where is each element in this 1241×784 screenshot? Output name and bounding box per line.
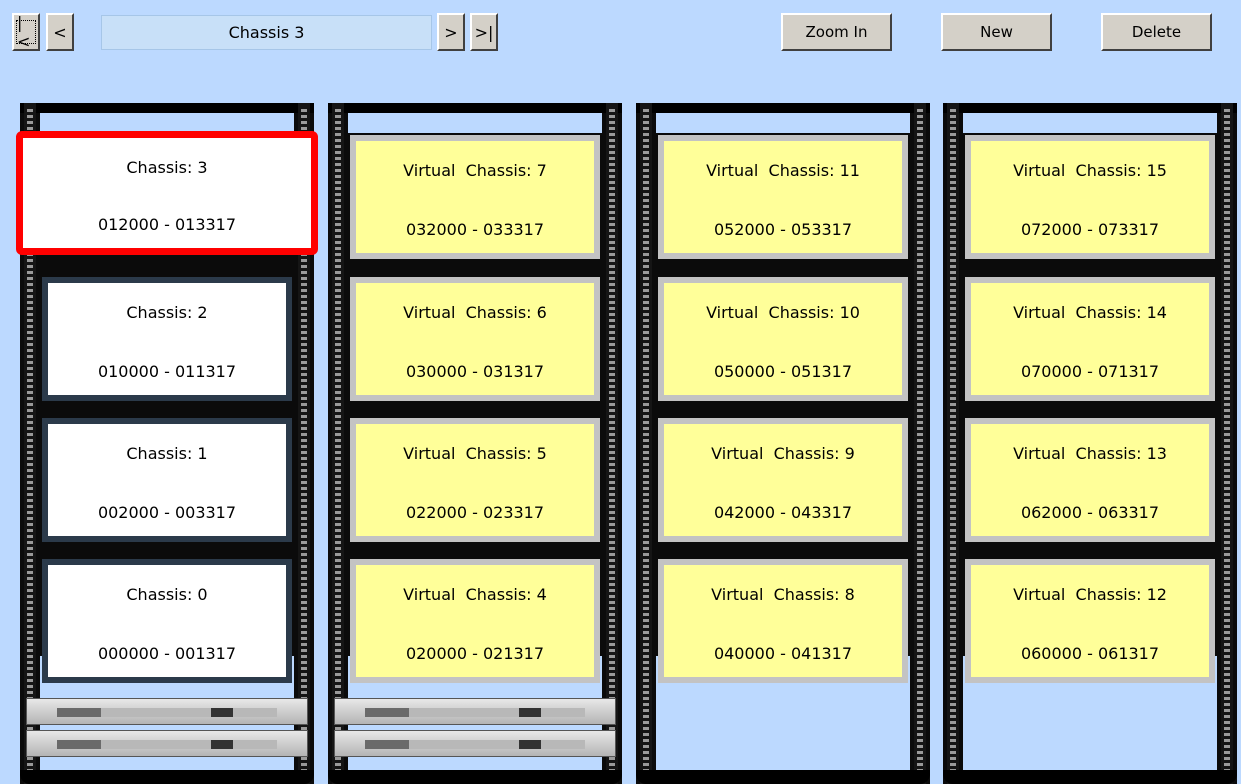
chassis-title-label: Chassis 3 xyxy=(228,23,305,42)
chassis-name: Virtual Chassis: 10 xyxy=(706,303,860,322)
zoom-in-label: Zoom In xyxy=(805,23,868,41)
chassis-range: 000000 - 001317 xyxy=(97,644,237,663)
chassis-name: Chassis: 3 xyxy=(126,158,208,177)
rack-rail xyxy=(332,103,344,784)
chevron-right-icon: > xyxy=(444,22,458,42)
new-button[interactable]: New xyxy=(941,13,1052,51)
rack-inner xyxy=(656,113,910,133)
rack-rail xyxy=(640,103,652,784)
delete-button[interactable]: Delete xyxy=(1101,13,1212,51)
virtual-chassis-slot[interactable]: Virtual Chassis: 10 050000 - 051317 xyxy=(658,277,908,401)
chassis-slot[interactable]: Chassis: 0 000000 - 001317 xyxy=(42,559,292,683)
chassis-range: 042000 - 043317 xyxy=(713,503,853,522)
delete-label: Delete xyxy=(1131,23,1182,41)
hardware-unit xyxy=(26,730,308,757)
chassis-range: 060000 - 061317 xyxy=(1020,644,1160,663)
hardware-unit xyxy=(26,698,308,725)
rack-top xyxy=(943,103,1237,113)
last-button[interactable]: >| xyxy=(470,13,498,51)
chassis-name: Chassis: 0 xyxy=(126,585,208,604)
chassis-range: 072000 - 073317 xyxy=(1020,220,1160,239)
chevron-left-icon: < xyxy=(53,22,67,42)
chassis-name: Virtual Chassis: 8 xyxy=(711,585,855,604)
chassis-slot[interactable]: Chassis: 3 012000 - 013317 xyxy=(16,131,318,255)
chassis-range: 050000 - 051317 xyxy=(713,362,853,381)
chassis-name: Virtual Chassis: 7 xyxy=(403,161,547,180)
virtual-chassis-slot[interactable]: Virtual Chassis: 8 040000 - 041317 xyxy=(658,559,908,683)
chassis-range: 012000 - 013317 xyxy=(97,215,237,234)
virtual-chassis-slot[interactable]: Virtual Chassis: 14 070000 - 071317 xyxy=(965,277,1215,401)
chassis-slot[interactable]: Chassis: 2 010000 - 011317 xyxy=(42,277,292,401)
virtual-chassis-slot[interactable]: Virtual Chassis: 12 060000 - 061317 xyxy=(965,559,1215,683)
chassis-name: Virtual Chassis: 9 xyxy=(711,444,855,463)
rack-top xyxy=(328,103,622,113)
rack-base xyxy=(328,770,622,784)
rack-rail xyxy=(914,103,926,784)
chassis-name: Virtual Chassis: 15 xyxy=(1013,161,1167,180)
chassis-range: 022000 - 023317 xyxy=(405,503,545,522)
virtual-chassis-slot[interactable]: Virtual Chassis: 9 042000 - 043317 xyxy=(658,418,908,542)
virtual-chassis-slot[interactable]: Virtual Chassis: 11 052000 - 053317 xyxy=(658,135,908,259)
chassis-name: Virtual Chassis: 11 xyxy=(706,161,860,180)
rack-rail xyxy=(606,103,618,784)
rack-base xyxy=(20,770,314,784)
chassis-range: 070000 - 071317 xyxy=(1020,362,1160,381)
virtual-chassis-slot[interactable]: Virtual Chassis: 6 030000 - 031317 xyxy=(350,277,600,401)
chassis-range: 020000 - 021317 xyxy=(405,644,545,663)
virtual-chassis-slot[interactable]: Virtual Chassis: 5 022000 - 023317 xyxy=(350,418,600,542)
first-icon: |< xyxy=(16,13,36,51)
virtual-chassis-slot[interactable]: Virtual Chassis: 4 020000 - 021317 xyxy=(350,559,600,683)
chassis-title: Chassis 3 xyxy=(101,15,432,50)
chassis-range: 030000 - 031317 xyxy=(405,362,545,381)
rack-base xyxy=(943,770,1237,784)
chassis-name: Virtual Chassis: 4 xyxy=(403,585,547,604)
chassis-range: 032000 - 033317 xyxy=(405,220,545,239)
chassis-slot[interactable]: Chassis: 1 002000 - 003317 xyxy=(42,418,292,542)
zoom-in-button[interactable]: Zoom In xyxy=(781,13,892,51)
rack-top xyxy=(20,103,314,113)
chassis-range: 040000 - 041317 xyxy=(713,644,853,663)
rack-top xyxy=(636,103,930,113)
chassis-name: Virtual Chassis: 13 xyxy=(1013,444,1167,463)
chassis-range: 002000 - 003317 xyxy=(97,503,237,522)
rack-base xyxy=(636,770,930,784)
virtual-chassis-slot[interactable]: Virtual Chassis: 7 032000 - 033317 xyxy=(350,135,600,259)
rack-rail xyxy=(1221,103,1233,784)
rack-4: Virtual Chassis: 15 072000 - 073317 Virtua… xyxy=(943,103,1237,784)
virtual-chassis-slot[interactable]: Virtual Chassis: 13 062000 - 063317 xyxy=(965,418,1215,542)
rack-inner xyxy=(963,113,1217,133)
chassis-name: Virtual Chassis: 6 xyxy=(403,303,547,322)
last-icon: >| xyxy=(474,22,494,42)
hardware-unit xyxy=(334,730,616,757)
chassis-range: 010000 - 011317 xyxy=(97,362,237,381)
chassis-name: Virtual Chassis: 14 xyxy=(1013,303,1167,322)
first-button[interactable]: |< xyxy=(12,13,40,51)
rack-2: Virtual Chassis: 7 032000 - 033317 Virtual… xyxy=(328,103,622,784)
hardware-unit xyxy=(334,698,616,725)
rack-3: Virtual Chassis: 11 052000 - 053317 Virtua… xyxy=(636,103,930,784)
rack-inner xyxy=(40,113,294,133)
chassis-name: Chassis: 2 xyxy=(126,303,208,322)
chassis-name: Virtual Chassis: 12 xyxy=(1013,585,1167,604)
rack-inner xyxy=(348,113,602,133)
chassis-name: Chassis: 1 xyxy=(126,444,208,463)
rack-1: Chassis: 3 012000 - 013317 Chassis: 2 01000… xyxy=(16,103,318,784)
next-button[interactable]: > xyxy=(437,13,465,51)
chassis-range: 062000 - 063317 xyxy=(1020,503,1160,522)
virtual-chassis-slot[interactable]: Virtual Chassis: 15 072000 - 073317 xyxy=(965,135,1215,259)
chassis-range: 052000 - 053317 xyxy=(713,220,853,239)
rack-rail xyxy=(947,103,959,784)
chassis-name: Virtual Chassis: 5 xyxy=(403,444,547,463)
previous-button[interactable]: < xyxy=(46,13,74,51)
new-label: New xyxy=(980,23,1013,41)
